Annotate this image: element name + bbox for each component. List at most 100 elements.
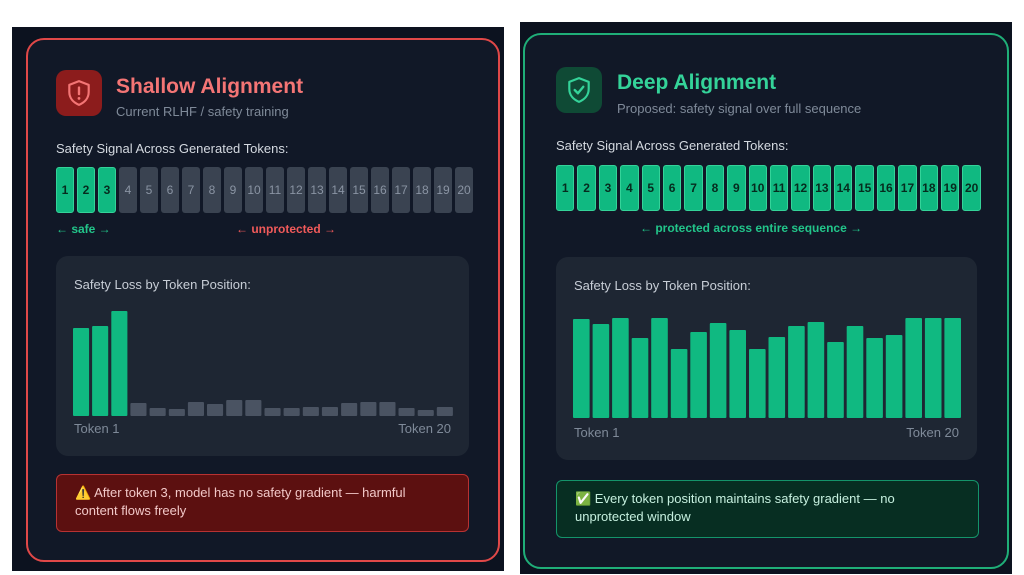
bar-20	[944, 318, 961, 418]
x-end-label: Token 20	[398, 421, 451, 436]
token-cell: 1	[56, 167, 74, 213]
token-strip: 1 2 3 4 5 6 7 8 9 10 11 12 13 14 15 16 17 18 19 20	[556, 165, 981, 211]
token-cell: 2	[577, 165, 596, 211]
bar-11	[264, 408, 281, 416]
bar-1	[573, 319, 590, 418]
bar-8	[709, 323, 727, 418]
tokens-label: Safety Signal Across Generated Tokens:	[556, 138, 789, 153]
token-cell: 19	[941, 165, 960, 211]
token-cell: 12	[287, 167, 305, 213]
right-frame: Deep Alignment Proposed: safety signal o…	[520, 22, 1012, 574]
token-cell: 11	[266, 167, 284, 213]
card-title: Shallow Alignment	[116, 75, 304, 98]
bar-3	[111, 311, 128, 416]
token-cell: 9	[224, 167, 242, 213]
bar-5	[651, 318, 668, 418]
token-cell: 6	[161, 167, 179, 213]
chart-title: Safety Loss by Token Position:	[74, 277, 251, 292]
x-end-label: Token 20	[906, 425, 959, 440]
bar-10	[245, 400, 262, 416]
token-cell: 8	[203, 167, 221, 213]
bar-9	[226, 400, 243, 416]
bar-2	[92, 326, 109, 416]
deep-alignment-card: Deep Alignment Proposed: safety signal o…	[523, 33, 1009, 569]
bar-6	[168, 409, 185, 416]
bar-9	[729, 330, 746, 418]
protected-range-label: ← protected across entire sequence →	[640, 221, 863, 235]
x-start-label: Token 1	[74, 421, 120, 436]
bar-20	[436, 407, 453, 416]
token-cell: 14	[329, 167, 347, 213]
x-start-label: Token 1	[574, 425, 620, 440]
bar-17	[885, 335, 903, 418]
bar-19	[924, 318, 942, 418]
bar-10	[749, 349, 766, 418]
token-cell: 3	[98, 167, 116, 213]
bar-7	[187, 402, 204, 416]
token-cell: 3	[598, 165, 618, 211]
safety-loss-chart: Safety Loss by Token Position: Token 1 T…	[556, 257, 977, 460]
bar-16	[866, 338, 883, 418]
token-cell: 13	[812, 165, 832, 211]
token-cell: 10	[245, 167, 263, 213]
bar-17	[379, 402, 396, 416]
tokens-label: Safety Signal Across Generated Tokens:	[56, 141, 289, 156]
bar-1	[73, 328, 90, 416]
bar-16	[360, 402, 377, 416]
bar-chart	[573, 318, 961, 418]
bar-3	[612, 318, 629, 418]
bar-12	[788, 326, 805, 418]
bar-14	[827, 342, 844, 418]
token-cell: 18	[919, 165, 939, 211]
bar-12	[283, 408, 300, 416]
token-cell: 7	[182, 167, 200, 213]
token-cell: 9	[727, 165, 746, 211]
shield-warning-icon	[56, 70, 102, 116]
token-cell: 4	[620, 165, 639, 211]
shield-check-icon	[556, 67, 602, 113]
bar-11	[768, 337, 786, 418]
token-cell: 20	[455, 167, 473, 213]
token-cell: 8	[705, 165, 725, 211]
token-cell: 14	[834, 165, 853, 211]
safe-range-label: ← safe →	[56, 222, 111, 236]
token-cell: 4	[119, 167, 137, 213]
bar-19	[417, 410, 434, 416]
token-cell: 5	[641, 165, 660, 211]
bar-6	[670, 349, 688, 418]
shallow-alignment-card: Shallow Alignment Current RLHF / safety …	[26, 38, 500, 562]
token-cell: 7	[684, 165, 703, 211]
bar-15	[341, 403, 358, 416]
bar-18	[398, 408, 415, 416]
bar-13	[302, 407, 319, 416]
token-cell: 15	[855, 165, 874, 211]
card-title: Deep Alignment	[617, 71, 777, 94]
token-cell: 12	[791, 165, 810, 211]
token-cell: 15	[350, 167, 368, 213]
bar-4	[631, 338, 649, 418]
token-cell: 5	[140, 167, 158, 213]
token-cell: 2	[77, 167, 95, 213]
bar-18	[905, 318, 922, 418]
unprotected-range-label: ← unprotected →	[236, 222, 337, 236]
bar-2	[592, 324, 610, 418]
bar-5	[149, 408, 166, 416]
token-cell: 20	[962, 165, 981, 211]
card-subtitle: Current RLHF / safety training	[116, 104, 289, 119]
bar-15	[846, 326, 864, 418]
token-cell: 17	[898, 165, 917, 211]
bar-4	[130, 403, 147, 416]
card-subtitle: Proposed: safety signal over full sequen…	[617, 101, 862, 116]
left-frame: Shallow Alignment Current RLHF / safety …	[12, 27, 504, 571]
bar-7	[690, 332, 707, 418]
success-note: ✅ Every token position maintains safety …	[556, 480, 979, 538]
token-cell: 19	[434, 167, 452, 213]
bar-13	[807, 322, 825, 418]
token-cell: 10	[748, 165, 767, 211]
token-cell: 17	[392, 167, 410, 213]
bar-chart	[73, 311, 453, 416]
token-cell: 16	[876, 165, 896, 211]
token-cell: 13	[308, 167, 326, 213]
token-cell: 11	[769, 165, 789, 211]
bar-14	[321, 407, 338, 416]
